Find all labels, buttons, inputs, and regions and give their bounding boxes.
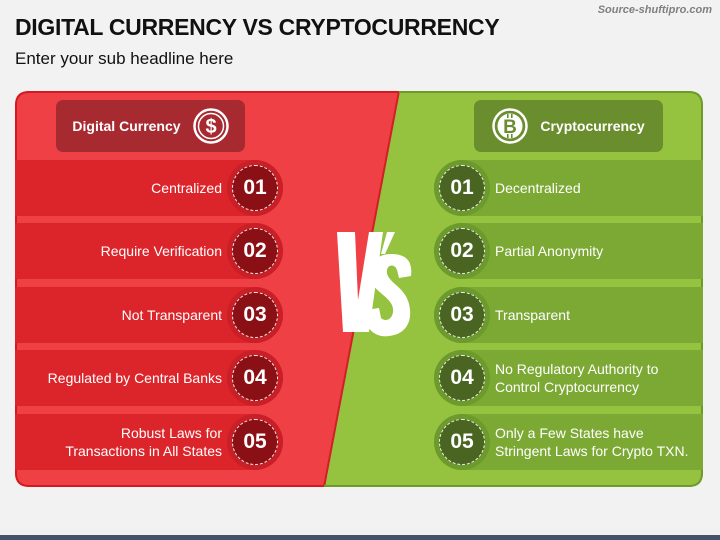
crypto-item-text-line2: Control Cryptocurrency [495,379,639,395]
cryptocurrency-header-label: Cryptocurrency [540,118,645,134]
digital-item-number: 04 [232,355,278,401]
crypto-item-1: 01 Decentralized [434,160,703,216]
digital-item-number: 05 [232,419,278,465]
crypto-item-text: Transparent [495,307,570,323]
digital-item-text-line1: Robust Laws for [120,425,222,441]
bitcoin-icon: B [492,108,529,144]
digital-item-1: Centralized 01 [15,160,283,216]
crypto-item-text: Decentralized [495,180,581,196]
svg-text:$: $ [205,116,216,138]
crypto-item-text: Only a Few States have Stringent Laws fo… [495,424,688,460]
crypto-item-text: Partial Anonymity [495,243,604,259]
crypto-item-number: 04 [439,355,485,401]
crypto-item-text-line2: Stringent Laws for Crypto TXN. [495,443,689,459]
digital-item-5: Robust Laws for Transactions in All Stat… [15,414,283,470]
digital-item-text: Centralized [151,180,222,196]
source-credit: Source-shuftipro.com [597,4,712,16]
digital-item-number: 03 [232,292,278,338]
crypto-item-number: 01 [439,165,485,211]
svg-text:B: B [503,117,517,138]
digital-currency-header: Digital Currency $ [56,100,245,152]
crypto-item-5: 05 Only a Few States have Stringent Laws… [434,414,703,470]
cryptocurrency-header: B Cryptocurrency [474,100,663,152]
crypto-item-number: 03 [439,292,485,338]
crypto-item-4: 04 No Regulatory Authority to Control Cr… [434,350,703,406]
page-title: DIGITAL CURRENCY VS CRYPTOCURRENCY [15,14,500,40]
dollar-coin-icon: $ [192,108,229,144]
digital-item-number: 01 [232,165,278,211]
crypto-item-text: No Regulatory Authority to Control Crypt… [495,360,658,396]
vs-emblem [337,232,412,337]
page-subtitle: Enter your sub headline here [15,49,234,68]
crypto-item-number: 05 [439,419,485,465]
digital-item-text: Not Transparent [121,307,222,323]
digital-item-3: Not Transparent 03 [15,287,283,343]
crypto-item-2: 02 Partial Anonymity [434,223,703,279]
crypto-item-text-line1: No Regulatory Authority to [495,361,659,377]
crypto-item-text-line1: Only a Few States have [495,425,644,441]
crypto-item-3: 03 Transparent [434,287,703,343]
digital-item-text-line2: Transactions in All States [65,443,222,459]
digital-item-text: Robust Laws for Transactions in All Stat… [65,424,222,460]
crypto-item-number: 02 [439,228,485,274]
vs-accent [381,232,395,254]
digital-item-2: Require Verification 02 [15,223,283,279]
footer-bar [0,535,720,540]
digital-item-number: 02 [232,228,278,274]
digital-currency-header-label: Digital Currency [72,118,181,134]
digital-item-4: Regulated by Central Banks 04 [15,350,283,406]
digital-item-text: Regulated by Central Banks [47,370,222,386]
digital-item-text: Require Verification [100,243,222,259]
